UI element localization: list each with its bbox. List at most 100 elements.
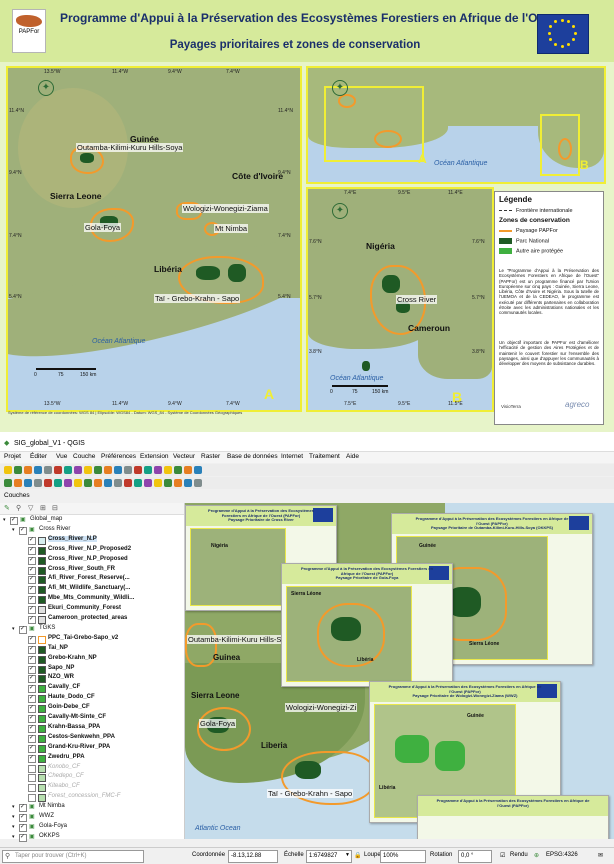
zoom-out-icon[interactable] <box>154 479 162 487</box>
print-icon[interactable] <box>34 466 42 474</box>
measure-icon[interactable] <box>94 466 102 474</box>
layer-checkbox[interactable] <box>28 655 36 664</box>
layer-checkbox[interactable] <box>28 536 36 545</box>
refresh-icon[interactable] <box>74 479 82 487</box>
layer-checkbox[interactable] <box>28 585 36 595</box>
layer-checkbox[interactable] <box>19 833 27 842</box>
layer-checkbox[interactable] <box>28 605 36 615</box>
select-icon[interactable] <box>84 466 92 474</box>
map-canvas[interactable]: Guinea Sierra Leone Liberia Outamba-Kili… <box>185 503 614 839</box>
menu-6[interactable]: Vecteur <box>173 453 195 460</box>
scale-field[interactable]: 1:6749827 ▼ <box>306 850 352 863</box>
layer-item[interactable]: ▾ ▣ TGKS <box>0 625 184 635</box>
save-icon[interactable] <box>144 466 152 474</box>
refresh-icon[interactable] <box>104 466 112 474</box>
layer-checkbox[interactable] <box>28 615 36 624</box>
layer-item[interactable]: ▾ ▣ WWZ <box>0 813 184 823</box>
add-layer-icon[interactable]: ✎ <box>4 504 10 512</box>
layer-checkbox[interactable] <box>19 823 27 832</box>
layer-checkbox[interactable] <box>28 595 36 605</box>
menu-9[interactable]: Internet <box>281 453 303 460</box>
layer-checkbox[interactable] <box>19 625 27 634</box>
print-icon[interactable] <box>124 479 132 487</box>
bookmark-icon[interactable] <box>84 479 92 487</box>
expand-icon[interactable]: ▾ <box>12 804 15 810</box>
layer-item[interactable]: Chedepo_CF <box>0 773 184 783</box>
layer-item[interactable]: Kiteabo_CF <box>0 783 184 793</box>
expand-icon[interactable]: ▾ <box>12 527 15 533</box>
layer-item[interactable]: Mbe_Mts_Community_Wildli... <box>0 595 184 605</box>
layer-checkbox[interactable] <box>28 764 36 773</box>
layer-item[interactable]: Cross_River_N.P <box>0 535 184 546</box>
pan-icon[interactable] <box>14 479 22 487</box>
layer-checkbox[interactable] <box>28 704 36 714</box>
identify-icon[interactable] <box>164 479 172 487</box>
layer-item[interactable]: ▾ ▣ OKKPS <box>0 833 184 843</box>
layer-item[interactable]: Cross_River_N.P_Proposed <box>0 556 184 566</box>
render-checkbox[interactable]: ☑ <box>500 852 505 859</box>
layer-checkbox[interactable] <box>28 794 36 803</box>
layer-checkbox[interactable] <box>28 694 36 704</box>
layer-item[interactable]: Cavally-Mt-Sinte_CF <box>0 714 184 724</box>
new-project-icon[interactable] <box>4 466 12 474</box>
layer-checkbox[interactable] <box>28 754 36 763</box>
layer-item[interactable]: Afi_Mt_Wildlife_Sanctuary(... <box>0 585 184 595</box>
menu-4[interactable]: Préférences <box>101 453 136 460</box>
pan-icon[interactable] <box>134 479 142 487</box>
layer-item[interactable]: Cross_River_South_FR <box>0 566 184 576</box>
open-icon[interactable] <box>104 479 112 487</box>
zoom-in-icon[interactable] <box>174 466 182 474</box>
identify-icon[interactable] <box>44 479 52 487</box>
expand-icon[interactable]: ▾ <box>12 626 15 632</box>
menu-0[interactable]: Projet <box>4 453 21 460</box>
layer-checkbox[interactable] <box>28 724 36 733</box>
open-icon[interactable] <box>134 466 142 474</box>
zoom-out-icon[interactable] <box>64 466 72 474</box>
layer-item[interactable]: PPC_Tai-Grebo-Sapo_v2 <box>0 635 184 645</box>
menu-7[interactable]: Raster <box>201 453 220 460</box>
layer-item[interactable]: Haute_Dodo_CF <box>0 694 184 704</box>
print-icon[interactable] <box>4 479 12 487</box>
layer-item[interactable]: Cross_River_N.P_Proposed2 <box>0 546 184 556</box>
coord-field[interactable]: -8.13,12.88 <box>228 850 278 863</box>
layer-checkbox[interactable] <box>28 556 36 565</box>
save-icon[interactable] <box>24 466 32 474</box>
expand-icon[interactable]: ⊞ <box>40 504 46 512</box>
open-icon[interactable] <box>14 466 22 474</box>
magnifier-field[interactable]: 100% <box>380 850 426 863</box>
layer-item[interactable]: Cavally_CF <box>0 684 184 694</box>
zoom-out-icon[interactable] <box>34 479 42 487</box>
layer-item[interactable]: Sapo_NP <box>0 665 184 675</box>
layer-checkbox[interactable] <box>19 813 27 822</box>
layer-checkbox[interactable] <box>28 665 36 674</box>
layer-item[interactable]: Cestos-Senkwehn_PPA <box>0 734 184 744</box>
menu-3[interactable]: Couche <box>73 453 95 460</box>
layer-item[interactable]: Grebo-Krahn_NP <box>0 655 184 665</box>
layer-checkbox[interactable] <box>10 516 18 525</box>
print-icon[interactable] <box>154 466 162 474</box>
layer-item[interactable]: Goin-Debe_CF <box>0 704 184 714</box>
messages-icon[interactable]: ✉ <box>598 852 603 859</box>
layer-checkbox[interactable] <box>28 674 36 684</box>
layer-checkbox[interactable] <box>28 684 36 694</box>
save-icon[interactable] <box>114 479 122 487</box>
zoom-in-icon[interactable] <box>54 466 62 474</box>
layer-checkbox[interactable] <box>28 645 36 654</box>
layer-checkbox[interactable] <box>28 566 36 575</box>
crs-label[interactable]: EPSG:4326 <box>546 852 578 858</box>
layer-checkbox[interactable] <box>28 734 36 743</box>
menu-5[interactable]: Extension <box>140 453 169 460</box>
identify-icon[interactable] <box>194 466 202 474</box>
funnel-icon[interactable]: ▽ <box>28 504 33 512</box>
layer-item[interactable]: ▾ ▣ Cross River <box>0 526 184 536</box>
measure-icon[interactable] <box>64 479 72 487</box>
refresh-icon[interactable] <box>194 479 202 487</box>
measure-icon[interactable] <box>184 479 192 487</box>
layout-tai[interactable]: Programme d'Appui à la Préservation des … <box>417 795 609 839</box>
layer-checkbox[interactable] <box>19 526 27 535</box>
menu-10[interactable]: Traitement <box>309 453 340 460</box>
expand-icon[interactable]: ▾ <box>12 824 15 830</box>
layer-checkbox[interactable] <box>28 744 36 753</box>
layer-item[interactable]: Forest_concession_FMC-F <box>0 793 184 803</box>
layer-item[interactable]: Cameroon_protected_areas <box>0 615 184 625</box>
